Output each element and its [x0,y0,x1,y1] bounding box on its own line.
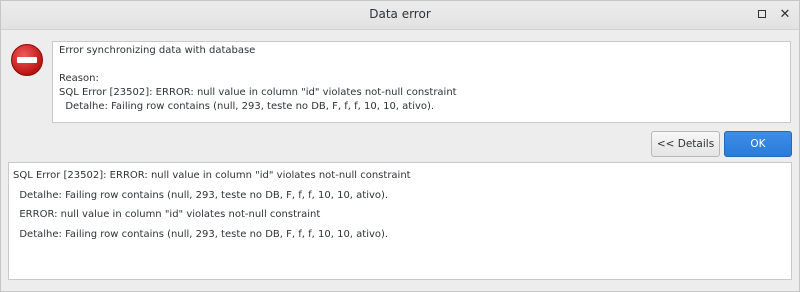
ok-button[interactable]: OK [724,131,792,157]
error-details-box[interactable]: SQL Error [23502]: ERROR: null value in … [8,162,792,280]
message-line: SQL Error [23502]: ERROR: null value in … [59,87,457,98]
message-line [59,58,784,72]
error-message-box: Error synchronizing data with database R… [52,41,791,123]
details-line: Detalhe: Failing row contains (null, 293… [13,228,389,240]
error-icon [11,44,43,76]
close-icon[interactable]: ✕ [777,7,793,23]
details-line: SQL Error [23502]: ERROR: null value in … [13,170,411,181]
maximize-icon[interactable] [754,7,770,23]
window-title: Data error [369,7,431,21]
details-line: ERROR: null value in column "id" violate… [13,209,321,220]
details-line: Detalhe: Failing row contains (null, 293… [13,189,389,201]
error-dialog-window: Data error ✕ Error synchronizing data wi… [0,0,800,292]
details-button[interactable]: << Details [651,131,720,157]
message-line: Reason: [59,73,99,84]
message-line: Detalhe: Failing row contains (null, 293… [59,101,435,112]
message-line: Error synchronizing data with database [59,45,256,56]
title-bar[interactable]: Data error ✕ [1,1,799,30]
